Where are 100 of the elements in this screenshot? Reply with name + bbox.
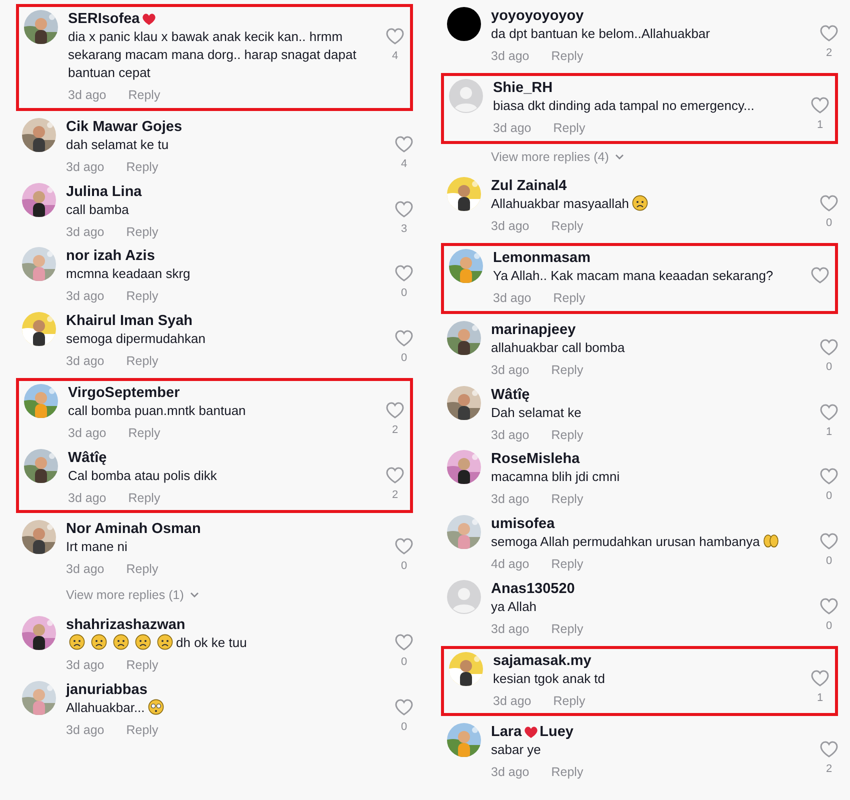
- like-button[interactable]: [811, 96, 829, 114]
- like-button[interactable]: [820, 741, 838, 758]
- like-button[interactable]: [811, 267, 829, 284]
- comment-time: 3d ago: [491, 218, 530, 236]
- like-count: 0: [826, 554, 832, 569]
- like-button[interactable]: [395, 265, 413, 282]
- commenter-name: shahrizashazwan: [66, 616, 186, 634]
- like-button[interactable]: [820, 468, 838, 486]
- commenter-name: Anas130520: [491, 580, 575, 598]
- reply-link[interactable]: Reply: [551, 763, 584, 782]
- like-button[interactable]: [386, 466, 404, 484]
- reply-link[interactable]: Reply: [551, 360, 584, 380]
- like-button[interactable]: [820, 195, 838, 212]
- like-button[interactable]: [395, 330, 413, 347]
- like-button[interactable]: [395, 200, 413, 218]
- like-button[interactable]: [395, 698, 413, 716]
- reply-link[interactable]: Reply: [126, 287, 158, 306]
- commenter-name: umisofea: [491, 515, 555, 533]
- reply-link[interactable]: Reply: [128, 424, 160, 442]
- reply-link[interactable]: Reply: [551, 217, 584, 236]
- comment-text: Irt mane ni: [66, 539, 128, 554]
- commenter-name: marinapjeey: [491, 320, 576, 339]
- like-count: 1: [826, 424, 832, 440]
- like-count: 2: [392, 488, 398, 502]
- reply-link[interactable]: Reply: [126, 352, 158, 371]
- chevron-down-icon: [190, 592, 199, 598]
- comment-time: 3d ago: [68, 424, 106, 442]
- comment-time: 3d ago: [66, 656, 104, 674]
- comment-time: 3d ago: [66, 158, 104, 176]
- commenter-name: Lara: [491, 723, 522, 742]
- comment-text: Cal bomba atau polis dikk: [68, 468, 217, 482]
- comment-time: 3d ago: [491, 491, 530, 508]
- like-button[interactable]: [386, 402, 404, 419]
- reply-link[interactable]: Reply: [553, 289, 586, 308]
- like-count: 1: [816, 118, 824, 133]
- commenter-name: januriabbas: [66, 680, 148, 698]
- reply-link[interactable]: Reply: [551, 47, 584, 66]
- like-count: 2: [392, 422, 398, 438]
- reply-link[interactable]: Reply: [553, 118, 586, 138]
- comment-text: dh ok ke tuu: [176, 634, 247, 650]
- reply-link[interactable]: Reply: [551, 620, 584, 638]
- like-button[interactable]: [395, 136, 413, 153]
- commenter-name: Wâtîę: [491, 386, 530, 404]
- reply-link[interactable]: Reply: [551, 490, 584, 509]
- comment-time: 3d ago: [491, 362, 530, 379]
- like-count: 4: [400, 156, 408, 172]
- like-button[interactable]: [820, 404, 838, 420]
- reply-link[interactable]: Reply: [126, 222, 158, 242]
- reply-link[interactable]: Reply: [553, 692, 586, 710]
- view-replies-link[interactable]: View more replies (1): [66, 586, 199, 605]
- reply-link[interactable]: Reply: [126, 656, 158, 674]
- comment-text: dia x panic klau x bawak anak kecik kan.. hrmm sekarang macam mana dorg.. harap snagat dapat bantuan cepat: [68, 29, 356, 80]
- comment-text: Dah selamat ke: [491, 404, 582, 420]
- comment-text: ya Allah: [491, 598, 537, 614]
- like-button[interactable]: [395, 538, 413, 556]
- like-button[interactable]: [820, 598, 838, 615]
- view-replies-link[interactable]: View more replies (4): [491, 148, 624, 166]
- like-count: 0: [826, 489, 832, 504]
- comment-text: dah selamat ke tu: [66, 136, 169, 152]
- like-button[interactable]: [820, 338, 838, 356]
- comment-time: 3d ago: [66, 561, 104, 578]
- comment-text: Ya Allah.. Kak macam mana keaadan sekarang?: [493, 268, 774, 283]
- like-count: 4: [392, 49, 398, 64]
- comment-text: allahuakbar call bomba: [491, 340, 625, 355]
- comment-time: 3d ago: [491, 620, 530, 638]
- like-count: 2: [826, 762, 832, 778]
- comment-time: 3d ago: [66, 288, 104, 306]
- like-count: 0: [826, 618, 832, 634]
- comment-time: 3d ago: [491, 48, 530, 65]
- like-count: 0: [826, 216, 832, 232]
- comment-text: semoga dipermudahkan: [66, 331, 206, 346]
- reply-link[interactable]: Reply: [128, 488, 160, 508]
- reply-link[interactable]: Reply: [128, 86, 160, 105]
- commenter-name: Zul Zainal4: [491, 177, 567, 196]
- like-count: 3: [400, 222, 408, 236]
- reply-link[interactable]: Reply: [126, 158, 158, 176]
- commenter-name: Khairul Iman Syah: [66, 312, 193, 330]
- reply-link[interactable]: Reply: [126, 560, 158, 579]
- reply-link[interactable]: Reply: [126, 720, 158, 740]
- like-count: 0: [826, 360, 832, 375]
- commenter-name: SERIsofea: [68, 10, 140, 28]
- like-button[interactable]: [820, 25, 838, 42]
- like-count: 0: [400, 654, 408, 670]
- like-count: 1: [816, 690, 824, 706]
- comment-text: da dpt bantuan ke belom..Allahuakbar: [491, 26, 710, 41]
- reply-link[interactable]: Reply: [551, 555, 584, 574]
- like-button[interactable]: [395, 634, 413, 651]
- commenter-name: nor izah Azis: [66, 247, 155, 266]
- commenter-name: Luey: [540, 723, 574, 742]
- like-button[interactable]: [820, 533, 838, 550]
- reply-link[interactable]: Reply: [551, 426, 584, 444]
- comment-text: Allahuakbar masyaallah: [491, 196, 630, 212]
- comment-time: 4d ago: [491, 556, 530, 573]
- comment-text: call bomba puan.mntk bantuan: [68, 402, 246, 418]
- comment-time: 3d ago: [68, 87, 106, 104]
- like-count: 0: [400, 286, 408, 302]
- comment-time: 3d ago: [493, 692, 532, 710]
- like-button[interactable]: [811, 670, 829, 686]
- like-button[interactable]: [386, 28, 404, 45]
- comment-time: 3d ago: [493, 290, 532, 307]
